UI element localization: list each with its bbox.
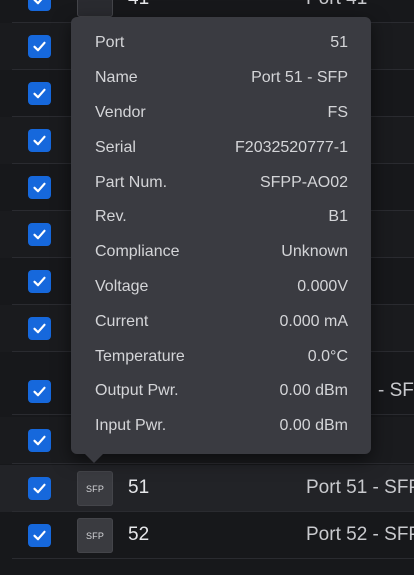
tooltip-row-rev: Rev. B1 bbox=[95, 208, 348, 228]
row-divider bbox=[12, 558, 414, 559]
table-row[interactable]: SFP 52 Port 52 - SFP bbox=[0, 512, 414, 559]
row-checkbox[interactable] bbox=[28, 82, 51, 105]
checkmark-icon bbox=[33, 135, 46, 146]
field-label: Input Pwr. bbox=[95, 417, 167, 434]
sfp-details-tooltip: Port 51 Name Port 51 - SFP Vendor FS Ser… bbox=[71, 17, 371, 463]
row-checkbox[interactable] bbox=[28, 270, 51, 293]
field-label: Vendor bbox=[95, 104, 146, 121]
field-label: Current bbox=[95, 313, 149, 330]
field-label: Port bbox=[95, 34, 125, 51]
tooltip-row-port: Port 51 bbox=[95, 34, 348, 54]
row-checkbox[interactable] bbox=[28, 380, 51, 403]
checkmark-icon bbox=[33, 229, 46, 240]
tooltip-row-current: Current 0.000 mA bbox=[95, 313, 348, 333]
tooltip-row-voltage: Voltage 0.000V bbox=[95, 278, 348, 298]
port-number: 41 bbox=[128, 0, 149, 10]
field-value: 0.000 mA bbox=[279, 313, 348, 330]
checkmark-icon bbox=[33, 483, 46, 494]
field-label: Serial bbox=[95, 139, 136, 156]
port-name: Port 52 - SFP bbox=[306, 524, 414, 545]
field-value: 0.00 dBm bbox=[279, 417, 348, 434]
checkmark-icon bbox=[33, 41, 46, 52]
tooltip-row-serial: Serial F2032520777-1 bbox=[95, 139, 348, 159]
row-checkbox[interactable] bbox=[28, 176, 51, 199]
port-name: Port 51 - SFP bbox=[306, 477, 414, 498]
tooltip-row-name: Name Port 51 - SFP bbox=[95, 69, 348, 89]
checkmark-icon bbox=[33, 435, 46, 446]
field-label: Part Num. bbox=[95, 174, 168, 191]
checkmark-icon bbox=[33, 276, 46, 287]
sfp-badge[interactable]: SFP bbox=[77, 518, 113, 553]
tooltip-row-output-power: Output Pwr. 0.00 dBm bbox=[95, 382, 348, 402]
row-checkbox[interactable] bbox=[28, 524, 51, 547]
checkmark-icon bbox=[33, 323, 46, 334]
field-label: Rev. bbox=[95, 208, 127, 225]
sfp-badge[interactable]: SFP bbox=[77, 471, 113, 506]
field-value: 0.000V bbox=[297, 278, 348, 295]
table-row[interactable]: SFP 51 Port 51 - SFP bbox=[0, 465, 414, 512]
tooltip-row-input-power: Input Pwr. 0.00 dBm bbox=[95, 417, 348, 437]
checkmark-icon bbox=[33, 530, 46, 541]
field-value: B1 bbox=[328, 208, 348, 225]
field-value: 0.00 dBm bbox=[279, 382, 348, 399]
field-value: 51 bbox=[330, 34, 348, 51]
port-number: 51 bbox=[128, 477, 150, 498]
row-divider bbox=[12, 463, 414, 464]
row-checkbox[interactable] bbox=[28, 35, 51, 58]
port-name: - SF bbox=[378, 380, 414, 401]
tooltip-arrow bbox=[85, 454, 103, 463]
field-label: Output Pwr. bbox=[95, 382, 179, 399]
checkmark-icon bbox=[33, 0, 43, 5]
row-checkbox[interactable] bbox=[28, 317, 51, 340]
tooltip-row-vendor: Vendor FS bbox=[95, 104, 348, 124]
port-type-badge bbox=[77, 0, 113, 17]
field-value: FS bbox=[327, 104, 348, 121]
field-label: Compliance bbox=[95, 243, 180, 260]
tooltip-row-part-num: Part Num. SFPP-AO02 bbox=[95, 174, 348, 194]
field-value: SFPP-AO02 bbox=[259, 174, 348, 191]
field-label: Voltage bbox=[95, 278, 149, 295]
checkmark-icon bbox=[33, 88, 46, 99]
field-value: Port 51 - SFP bbox=[251, 69, 348, 86]
field-value: 0.0°C bbox=[307, 348, 348, 365]
tooltip-row-compliance: Compliance Unknown bbox=[95, 243, 348, 263]
field-value: F2032520777-1 bbox=[235, 139, 348, 156]
row-checkbox[interactable] bbox=[28, 129, 51, 152]
port-name: Port 41 bbox=[306, 0, 367, 10]
checkmark-icon bbox=[33, 386, 46, 397]
row-checkbox[interactable] bbox=[28, 223, 51, 246]
checkmark-icon bbox=[33, 182, 46, 193]
field-value: Unknown bbox=[281, 243, 348, 260]
field-label: Name bbox=[95, 69, 138, 86]
port-number: 52 bbox=[128, 524, 150, 545]
row-checkbox[interactable] bbox=[28, 429, 51, 452]
tooltip-row-temperature: Temperature 0.0°C bbox=[95, 348, 348, 368]
row-checkbox[interactable] bbox=[28, 477, 51, 500]
row-checkbox[interactable] bbox=[28, 0, 51, 11]
field-label: Temperature bbox=[95, 348, 185, 365]
